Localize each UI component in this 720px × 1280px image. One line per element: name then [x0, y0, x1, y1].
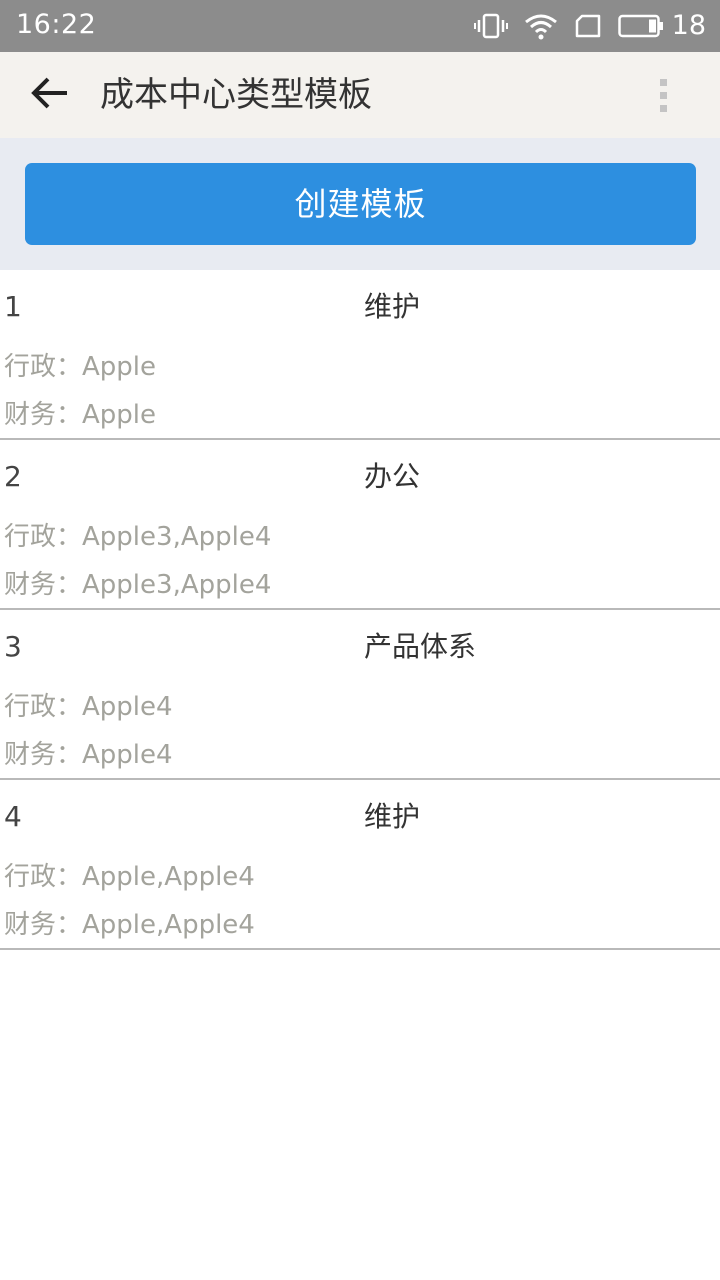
page-title: 成本中心类型模板: [100, 75, 372, 115]
app-bar: 成本中心类型模板: [0, 52, 720, 138]
template-list: 1 维护 行政：Apple 财务：Apple 2 办公 行政：Apple3,Ap…: [0, 270, 720, 950]
finance-value: Apple: [82, 400, 157, 430]
list-item[interactable]: 3 产品体系 行政：Apple4 财务：Apple4: [0, 610, 720, 780]
item-admin: 行政：Apple,Apple4: [4, 860, 255, 894]
action-area: 创建模板: [0, 138, 720, 270]
sim-icon: [574, 14, 602, 38]
item-finance: 财务：Apple: [4, 398, 156, 432]
admin-value: Apple,Apple4: [82, 862, 255, 892]
admin-label: 行政：: [4, 522, 83, 552]
back-button[interactable]: [26, 72, 74, 118]
item-index: 2: [4, 460, 22, 493]
overflow-menu-icon-dot: [659, 78, 667, 86]
item-finance: 财务：Apple3,Apple4: [4, 568, 271, 602]
item-admin: 行政：Apple3,Apple4: [4, 520, 271, 554]
admin-label: 行政：: [4, 862, 83, 892]
status-bar: 16:22 18: [0, 0, 720, 52]
status-time: 16:22: [16, 9, 97, 40]
item-finance: 财务：Apple4: [4, 738, 173, 772]
admin-value: Apple: [82, 352, 157, 382]
finance-value: Apple3,Apple4: [82, 570, 272, 600]
wifi-icon: [524, 12, 558, 40]
list-item[interactable]: 1 维护 行政：Apple 财务：Apple: [0, 270, 720, 440]
overflow-menu-icon-dot: [659, 91, 667, 99]
item-index: 3: [4, 630, 22, 663]
status-icons: 18: [473, 9, 706, 43]
create-template-button[interactable]: 创建模板: [25, 163, 696, 245]
arrow-left-icon: [30, 75, 70, 115]
vibrate-icon: [473, 13, 508, 39]
finance-label: 财务：: [4, 740, 83, 770]
battery-level: 18: [671, 10, 706, 41]
item-type: 办公: [364, 460, 421, 493]
item-type: 产品体系: [364, 630, 477, 663]
finance-label: 财务：: [4, 570, 83, 600]
battery-icon: [617, 14, 664, 38]
overflow-menu-icon-dot: [659, 104, 667, 112]
item-finance: 财务：Apple,Apple4: [4, 908, 255, 942]
finance-label: 财务：: [4, 910, 83, 940]
finance-value: Apple,Apple4: [82, 910, 255, 940]
item-type: 维护: [364, 290, 421, 323]
item-index: 1: [4, 290, 22, 323]
finance-value: Apple4: [82, 740, 173, 770]
list-item[interactable]: 2 办公 行政：Apple3,Apple4 财务：Apple3,Apple4: [0, 440, 720, 610]
item-index: 4: [4, 800, 22, 833]
item-admin: 行政：Apple4: [4, 690, 173, 724]
admin-value: Apple3,Apple4: [82, 522, 272, 552]
overflow-menu-button[interactable]: [646, 74, 680, 116]
admin-label: 行政：: [4, 352, 83, 382]
list-item[interactable]: 4 维护 行政：Apple,Apple4 财务：Apple,Apple4: [0, 780, 720, 950]
finance-label: 财务：: [4, 400, 83, 430]
item-admin: 行政：Apple: [4, 350, 156, 384]
item-type: 维护: [364, 800, 421, 833]
admin-label: 行政：: [4, 692, 83, 722]
admin-value: Apple4: [82, 692, 173, 722]
